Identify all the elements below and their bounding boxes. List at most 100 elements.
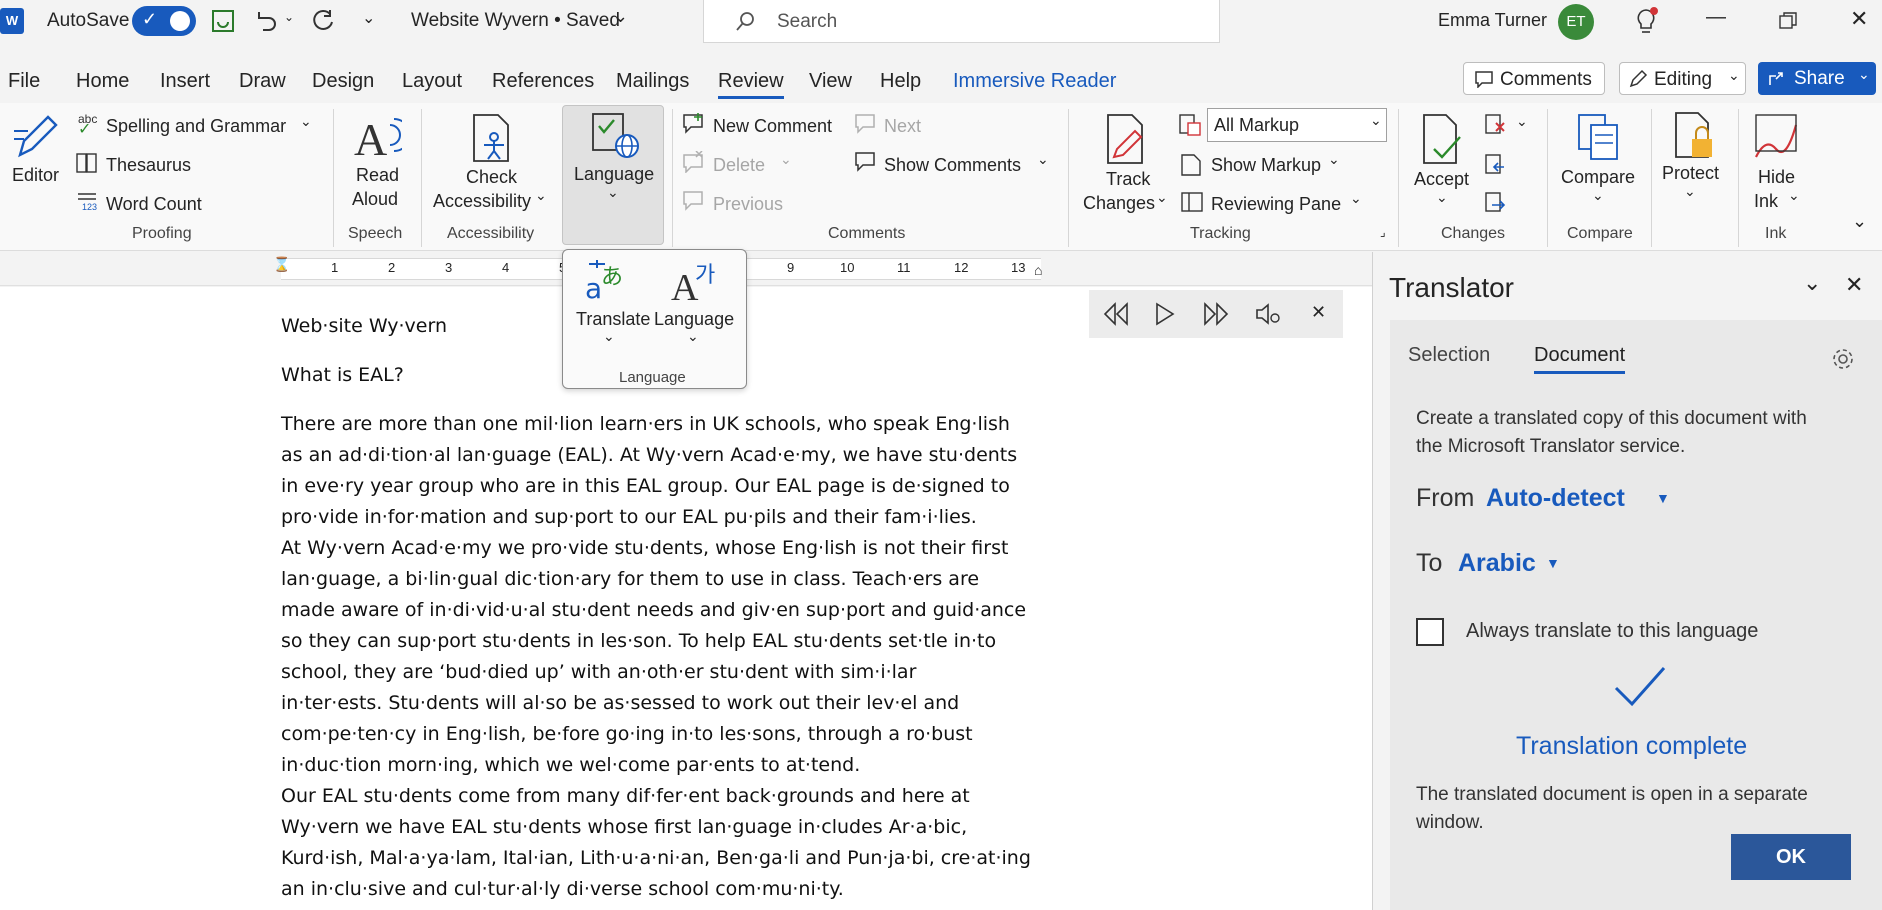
- always-translate-label[interactable]: Always translate to this language: [1466, 620, 1758, 643]
- previous-change-icon[interactable]: [1484, 153, 1508, 177]
- new-comment-button[interactable]: New Comment: [713, 116, 832, 137]
- compare-dropdown-icon[interactable]: ⌄: [1592, 187, 1604, 204]
- tab-selection[interactable]: Selection: [1408, 344, 1490, 367]
- settings-gear-icon[interactable]: [1830, 346, 1856, 372]
- reject-icon[interactable]: [1484, 113, 1508, 137]
- markup-select[interactable]: All Markup ⌄: [1207, 108, 1387, 142]
- accessibility-dropdown-icon[interactable]: ⌄: [535, 187, 547, 204]
- hide-ink-icon[interactable]: [1752, 113, 1800, 163]
- spelling-and-grammar-button[interactable]: Spelling and Grammar: [106, 116, 286, 137]
- protect-label[interactable]: Protect: [1662, 163, 1719, 184]
- language-settings-icon[interactable]: A가: [671, 258, 719, 302]
- document-line[interactable]: made aware of in·di·vid·u·al stu·dent ne…: [281, 595, 1026, 626]
- accept-label[interactable]: Accept: [1414, 169, 1469, 190]
- document-heading[interactable]: What is EAL?: [281, 360, 404, 391]
- document-line[interactable]: in eve·ry year group who are in this EAL…: [281, 471, 1010, 502]
- editor-label[interactable]: Editor: [12, 165, 59, 186]
- indent-marker[interactable]: ⌛: [273, 256, 290, 273]
- check-accessibility-icon[interactable]: [470, 113, 516, 165]
- show-comments-button[interactable]: Show Comments: [884, 155, 1021, 176]
- right-indent-marker[interactable]: ⌂: [1034, 262, 1042, 278]
- hide-ink-label-1[interactable]: Hide: [1758, 167, 1795, 188]
- redo-icon[interactable]: [310, 8, 336, 34]
- document-line[interactable]: lan·guage, a bi·lin·gual dic·tion·ary fo…: [281, 564, 979, 595]
- tab-draw[interactable]: Draw: [239, 70, 286, 93]
- reviewing-pane-button[interactable]: Reviewing Pane: [1211, 194, 1341, 215]
- track-changes-label-1[interactable]: Track: [1106, 169, 1150, 190]
- hide-ink-dropdown-icon[interactable]: ⌄: [1788, 187, 1800, 204]
- collapse-ribbon-icon[interactable]: ⌄: [1852, 211, 1867, 232]
- close-window-icon[interactable]: ✕: [1850, 6, 1868, 32]
- document-line[interactable]: in·duc·tion morn·ing, which we wel·come …: [281, 750, 860, 781]
- document-title[interactable]: Website Wyvern • Saved: [411, 10, 620, 32]
- reviewing-pane-dropdown-icon[interactable]: ⌄: [1350, 190, 1362, 207]
- always-translate-checkbox[interactable]: [1416, 618, 1444, 646]
- track-changes-label-2[interactable]: Changes: [1083, 193, 1155, 214]
- document-line[interactable]: Wy·vern we have EAL stu·dents whose firs…: [281, 812, 967, 843]
- show-markup-button[interactable]: Show Markup: [1211, 155, 1321, 176]
- editor-icon[interactable]: [12, 111, 60, 161]
- translate-button[interactable]: Translate: [576, 309, 650, 330]
- document-line[interactable]: as an ad·di·tion·al lan·guage (EAL). At …: [281, 440, 1017, 471]
- tab-design[interactable]: Design: [312, 70, 374, 93]
- close-read-aloud-icon[interactable]: ✕: [1311, 302, 1326, 323]
- tab-home[interactable]: Home: [76, 70, 129, 93]
- document-line[interactable]: At Wy·vern Acad·e·my we pro·vide stu·den…: [281, 533, 1008, 564]
- save-icon[interactable]: [210, 8, 236, 34]
- accept-dropdown-icon[interactable]: ⌄: [1436, 189, 1448, 206]
- previous-comment-button[interactable]: Previous: [713, 194, 783, 215]
- accept-icon[interactable]: [1420, 113, 1464, 167]
- restore-icon[interactable]: [1779, 12, 1797, 30]
- lightbulb-icon[interactable]: [1632, 6, 1660, 36]
- document-line[interactable]: Our EAL stu·dents come from many dif·fer…: [281, 781, 970, 812]
- undo-dropdown-icon[interactable]: ⌄: [284, 10, 294, 24]
- language-settings-button[interactable]: Language: [654, 309, 734, 330]
- undo-icon[interactable]: [253, 8, 279, 34]
- delete-comment-button[interactable]: Delete: [713, 155, 765, 176]
- tab-references[interactable]: References: [492, 70, 594, 93]
- next-comment-button[interactable]: Next: [884, 116, 921, 137]
- from-language-dropdown[interactable]: Auto-detect: [1486, 484, 1625, 513]
- show-comments-dropdown-icon[interactable]: ⌄: [1037, 151, 1049, 168]
- document-line[interactable]: so they can sup·port stu·dents in les·so…: [281, 626, 996, 657]
- to-dropdown-caret-icon[interactable]: ▼: [1546, 555, 1560, 571]
- tab-document[interactable]: Document: [1534, 344, 1626, 374]
- comments-button[interactable]: Comments: [1463, 62, 1605, 95]
- tab-help[interactable]: Help: [880, 70, 921, 93]
- from-dropdown-caret-icon[interactable]: ▼: [1656, 490, 1670, 506]
- title-chevron-icon[interactable]: ⌄: [613, 6, 628, 27]
- minimize-icon[interactable]: —: [1706, 6, 1726, 29]
- compare-icon[interactable]: [1575, 113, 1623, 165]
- translate-dropdown-icon[interactable]: ⌄: [603, 328, 615, 345]
- tab-layout[interactable]: Layout: [402, 70, 462, 93]
- tab-view[interactable]: View: [809, 70, 852, 93]
- check-accessibility-label-1[interactable]: Check: [466, 167, 517, 188]
- next-change-icon[interactable]: [1484, 191, 1508, 215]
- tab-review[interactable]: Review: [718, 70, 784, 99]
- share-button[interactable]: Share ⌄: [1758, 62, 1876, 95]
- read-aloud-label-1[interactable]: Read: [356, 165, 399, 186]
- spelling-dropdown-icon[interactable]: ⌄: [300, 113, 312, 130]
- reject-dropdown-icon[interactable]: ⌄: [1516, 113, 1528, 130]
- tab-immersive-reader[interactable]: Immersive Reader: [953, 70, 1116, 93]
- document-line[interactable]: in·ter·ests. Stu·dents will al·so be as·…: [281, 688, 959, 719]
- previous-paragraph-icon[interactable]: [1103, 302, 1129, 326]
- translate-icon[interactable]: aあ: [585, 258, 633, 302]
- read-aloud-icon[interactable]: A: [352, 111, 402, 163]
- autosave-toggle[interactable]: ✓: [132, 6, 196, 36]
- document-line[interactable]: There are more than one mil·lion learn·e…: [281, 409, 1010, 440]
- document-line[interactable]: Kurd·ish, Mal·a·ya·lam, Ital·ian, Lith·u…: [281, 843, 1031, 874]
- word-count-button[interactable]: Word Count: [106, 194, 202, 215]
- track-changes-dropdown-icon[interactable]: ⌄: [1156, 189, 1168, 206]
- ok-button[interactable]: OK: [1731, 834, 1851, 880]
- hide-ink-label-2[interactable]: Ink: [1754, 191, 1778, 212]
- avatar[interactable]: ET: [1558, 4, 1594, 40]
- customize-qat-icon[interactable]: ⌄: [362, 8, 375, 28]
- track-changes-icon[interactable]: [1104, 113, 1152, 167]
- to-language-dropdown[interactable]: Arabic: [1458, 549, 1536, 578]
- next-paragraph-icon[interactable]: [1203, 302, 1229, 326]
- pane-collapse-icon[interactable]: ⌄: [1803, 270, 1821, 296]
- document-line[interactable]: school, they are ‘bud·died up’ with an·o…: [281, 657, 916, 688]
- tab-file[interactable]: File: [8, 70, 40, 93]
- search-box[interactable]: Search: [703, 0, 1220, 43]
